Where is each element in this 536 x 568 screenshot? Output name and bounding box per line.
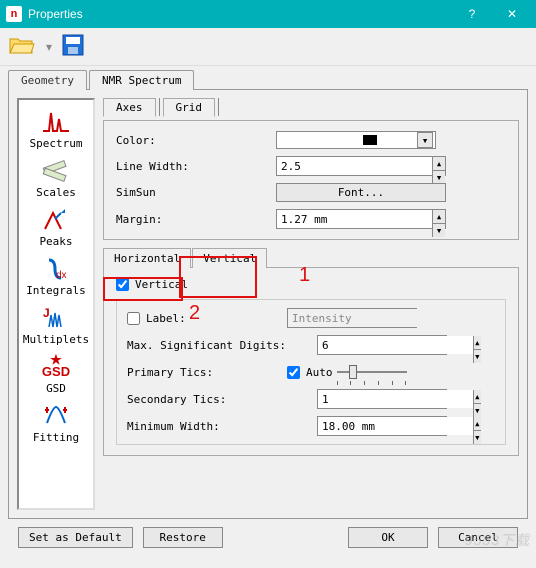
side-label-integrals: Integrals <box>26 284 86 297</box>
label-check-label: Label: <box>146 312 186 325</box>
toolbar-separator: ▾ <box>46 40 52 54</box>
side-item-peaks[interactable]: Peaks <box>21 204 91 251</box>
side-item-scales[interactable]: Scales <box>21 155 91 202</box>
auto-checkbox[interactable] <box>287 366 300 379</box>
subtab-axes[interactable]: Axes <box>103 98 156 117</box>
subtab-grid[interactable]: Grid <box>163 98 216 117</box>
ok-button[interactable]: OK <box>348 527 428 548</box>
linewidth-label: Line Width: <box>116 160 276 173</box>
side-item-integrals[interactable]: dx Integrals <box>21 253 91 300</box>
annotation-1: 1 <box>299 264 310 287</box>
maxdigits-spinner[interactable]: ▴▾ <box>317 335 447 355</box>
subtab-vertical[interactable]: Vertical <box>192 248 267 268</box>
secondarytics-spinner[interactable]: ▴▾ <box>317 389 447 409</box>
color-swatch-black <box>363 135 377 145</box>
annotation-2: 2 <box>189 302 200 325</box>
gsd-icon: ★GSD <box>41 354 71 380</box>
watermark: 9553下载 <box>465 530 530 550</box>
set-default-button[interactable]: Set as Default <box>18 527 133 548</box>
spin-up-icon[interactable]: ▴ <box>473 336 481 350</box>
tab-divider <box>218 98 219 116</box>
tab-nmr-spectrum[interactable]: NMR Spectrum <box>89 70 194 90</box>
label-checkbox[interactable] <box>127 312 140 325</box>
auto-check-label: Auto <box>306 366 333 379</box>
footer-buttons: Set as Default Restore OK Cancel <box>8 519 528 556</box>
category-side-panel: Spectrum Scales Peaks dx Integrals J Mul… <box>17 98 95 510</box>
side-label-peaks: Peaks <box>39 235 72 248</box>
spin-up-icon[interactable]: ▴ <box>432 210 445 224</box>
side-item-spectrum[interactable]: Spectrum <box>21 106 91 153</box>
primarytics-slider[interactable] <box>337 362 407 382</box>
side-label-gsd: GSD <box>46 382 66 395</box>
minwidth-input[interactable] <box>318 417 473 435</box>
color-label: Color: <box>116 134 276 147</box>
chevron-down-icon: ▾ <box>417 132 433 148</box>
svg-text:dx: dx <box>56 270 67 281</box>
side-label-spectrum: Spectrum <box>30 137 83 150</box>
spin-up-icon[interactable]: ▴ <box>473 390 481 404</box>
tab-divider <box>159 98 160 116</box>
orientation-tabs: Horizontal Vertical <box>103 248 519 268</box>
open-folder-button[interactable] <box>8 34 36 59</box>
tab-geometry[interactable]: Geometry <box>8 70 87 90</box>
title-bar: n Properties ? ✕ <box>0 0 536 28</box>
axes-grid-tabs: Axes Grid <box>103 98 519 116</box>
slider-thumb[interactable] <box>349 365 357 379</box>
content-area: Spectrum Scales Peaks dx Integrals J Mul… <box>8 89 528 519</box>
outer-tabs: Geometry NMR Spectrum <box>8 70 528 90</box>
side-label-fitting: Fitting <box>33 431 79 444</box>
maxdigits-label: Max. Significant Digits: <box>127 339 317 352</box>
side-label-scales: Scales <box>36 186 76 199</box>
margin-input[interactable] <box>277 210 432 228</box>
app-icon: n <box>6 6 22 22</box>
secondarytics-label: Secondary Tics: <box>127 393 317 406</box>
font-family-label: SimSun <box>116 186 276 199</box>
linewidth-spinner[interactable]: ▴▾ <box>276 156 446 176</box>
spin-down-icon[interactable]: ▾ <box>473 431 481 444</box>
minwidth-label: Minimum Width: <box>127 420 317 433</box>
subtab-horizontal[interactable]: Horizontal <box>103 248 191 268</box>
margin-spinner[interactable]: ▴▾ <box>276 209 446 229</box>
right-panel: Axes Grid Color: ▾ Line Widt <box>103 98 519 510</box>
svg-text:J: J <box>43 306 50 320</box>
save-button[interactable] <box>62 34 84 59</box>
window-title: Properties <box>28 7 452 21</box>
main-area: Geometry NMR Spectrum Spectrum Scales Pe… <box>0 66 536 556</box>
minwidth-spinner[interactable]: ▴▾ <box>317 416 447 436</box>
label-input <box>288 309 443 327</box>
spin-up-icon[interactable]: ▴ <box>432 157 445 171</box>
vertical-axis-group: Vertical Label: <box>103 267 519 456</box>
side-item-multiplets[interactable]: J Multiplets <box>21 302 91 349</box>
margin-label: Margin: <box>116 213 276 226</box>
restore-button[interactable]: Restore <box>143 527 223 548</box>
linewidth-input[interactable] <box>277 157 432 175</box>
axis-style-group: Color: ▾ Line Width: ▴▾ <box>103 120 519 240</box>
secondarytics-input[interactable] <box>318 390 473 408</box>
side-item-gsd[interactable]: ★GSD GSD <box>21 351 91 398</box>
spin-down-icon[interactable]: ▾ <box>432 224 445 237</box>
maxdigits-input[interactable] <box>318 336 473 354</box>
toolbar: ▾ <box>0 28 536 66</box>
vertical-checkbox[interactable] <box>116 278 129 291</box>
color-picker[interactable]: ▾ <box>276 131 436 149</box>
close-button[interactable]: ✕ <box>492 0 532 28</box>
font-button[interactable]: Font... <box>276 183 446 202</box>
primarytics-label: Primary Tics: <box>127 366 287 379</box>
label-field <box>287 308 417 328</box>
side-item-fitting[interactable]: Fitting <box>21 400 91 447</box>
spin-up-icon[interactable]: ▴ <box>473 417 481 431</box>
vertical-check-label: Vertical <box>135 278 188 291</box>
help-button[interactable]: ? <box>452 0 492 28</box>
side-label-multiplets: Multiplets <box>23 333 89 346</box>
